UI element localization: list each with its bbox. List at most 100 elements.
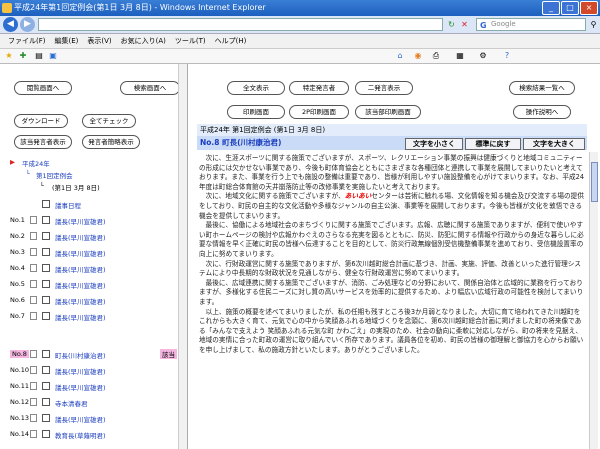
- speaker-no: No.14: [10, 430, 30, 438]
- content-scrollbar[interactable]: [589, 152, 598, 449]
- page-icon[interactable]: ▣: [48, 51, 58, 61]
- address-bar: ◀ ▶ ↻ ✕ G Google ⚲: [0, 16, 600, 34]
- tree-year[interactable]: 平成24年: [22, 158, 50, 168]
- text-reset-button[interactable]: 標準に戻す: [465, 138, 521, 150]
- speaker-checkbox[interactable]: [42, 430, 50, 438]
- show-speakers-button[interactable]: 該当発言者表示: [14, 135, 72, 149]
- two-speakers-button[interactable]: 二発言表示: [355, 81, 413, 95]
- speaker-row: No.10 議長(早川宣雄君): [0, 363, 187, 377]
- help-icon[interactable]: ?: [502, 51, 512, 61]
- print-button[interactable]: 印刷画面: [227, 105, 285, 119]
- tools-menu-icon[interactable]: ⚙: [478, 51, 488, 61]
- speaker-name[interactable]: 議長(早川宣雄君): [55, 232, 106, 242]
- speaker-name[interactable]: 議長(早川宣雄君): [55, 280, 106, 290]
- speaker-no: No.4: [10, 264, 25, 272]
- document-icon: [30, 216, 37, 224]
- speaker-no: No.13: [10, 414, 30, 422]
- speaker-row: No.6 議長(早川宣雄君): [0, 293, 187, 307]
- speaker-checkbox[interactable]: [42, 296, 50, 304]
- speaker-row: 議事日程: [0, 197, 187, 211]
- speaker-checkbox[interactable]: [42, 366, 50, 374]
- url-input[interactable]: [38, 18, 443, 31]
- paragraph: 最後に、協働による地域社会のまちづくりに関する施策でございます。広報、広聴に関す…: [199, 221, 584, 258]
- search-input[interactable]: G Google: [476, 18, 586, 31]
- stop-icon[interactable]: ✕: [459, 19, 470, 30]
- speaker-row-selected: No.8 町長(川村康治君) 該当: [0, 347, 187, 361]
- check-all-button[interactable]: 全てチェック: [82, 114, 136, 128]
- print-2p-button[interactable]: 2P印刷画面: [289, 105, 349, 119]
- search-results-button[interactable]: 検索結果一覧へ: [509, 81, 575, 95]
- speaker-checkbox[interactable]: [42, 264, 50, 272]
- scrollbar-thumb[interactable]: [591, 162, 598, 202]
- show-all-button[interactable]: 全文表示: [227, 81, 285, 95]
- menu-file[interactable]: ファイル(F): [8, 36, 46, 46]
- feed-icon[interactable]: ◉: [413, 51, 423, 61]
- speaker-row: No.14 教育長(草薙明君): [0, 427, 187, 441]
- search-icon[interactable]: ⚲: [588, 19, 599, 30]
- page-menu-icon[interactable]: ▦: [455, 51, 465, 61]
- list-screen-button[interactable]: 閲覧画面へ: [14, 81, 72, 95]
- search-screen-button[interactable]: 検索画面へ: [120, 81, 180, 95]
- menu-tools[interactable]: ツール(T): [175, 36, 206, 46]
- speaker-checkbox[interactable]: [42, 382, 50, 390]
- speaker-name[interactable]: 寺本清春君: [55, 398, 88, 408]
- document-icon: [30, 382, 37, 390]
- speaker-name[interactable]: 議長(早川宣雄君): [55, 248, 106, 258]
- speaker-hide-button[interactable]: 発言者簡略表示: [82, 135, 140, 149]
- speaker-checkbox[interactable]: [42, 248, 50, 256]
- speaker-name[interactable]: 町長(川村康治君): [55, 350, 106, 360]
- speaker-checkbox[interactable]: [42, 232, 50, 240]
- tree-bullet-icon: ▶: [10, 158, 15, 166]
- speaker-checkbox[interactable]: [42, 398, 50, 406]
- add-favorite-icon[interactable]: ✚: [18, 51, 28, 61]
- favorites-star-icon[interactable]: ★: [4, 51, 14, 61]
- speaker-name[interactable]: 議長(早川宣雄君): [55, 264, 106, 274]
- help-button[interactable]: 操作説明へ: [513, 105, 571, 119]
- text-larger-button[interactable]: 文字を大きく: [523, 138, 585, 150]
- menu-help[interactable]: ヘルプ(H): [215, 36, 247, 46]
- speaker-checkbox[interactable]: [42, 414, 50, 422]
- speaker-checkbox[interactable]: [42, 200, 50, 208]
- maximize-button[interactable]: □: [561, 1, 579, 15]
- window-titlebar: 平成24年第1回定例会(第1日 3月 8日) - Windows Interne…: [0, 0, 600, 16]
- text-smaller-button[interactable]: 文字を小さく: [405, 138, 463, 150]
- document-icon: [30, 350, 37, 358]
- document-icon: [30, 398, 37, 406]
- speaker-name[interactable]: 議事日程: [55, 200, 81, 210]
- home-icon[interactable]: ⌂: [395, 51, 405, 61]
- left-scrollbar[interactable]: [178, 64, 187, 449]
- speaker-name[interactable]: 議長(早川宣雄君): [55, 216, 106, 226]
- specific-speaker-button[interactable]: 特定発言者: [289, 81, 349, 95]
- tree-day[interactable]: (第1日 3月 8日): [52, 182, 100, 192]
- close-button[interactable]: ×: [580, 1, 598, 15]
- print-hit-button[interactable]: 該当部印刷画面: [355, 105, 421, 119]
- left-navigation-pane: 閲覧画面へ 検索画面へ ダウンロード 全てチェック 該当発言者表示 発言者簡略表…: [0, 64, 188, 449]
- print-icon[interactable]: ⎙: [431, 51, 441, 61]
- minimize-button[interactable]: _: [542, 1, 560, 15]
- refresh-icon[interactable]: ↻: [446, 19, 457, 30]
- speaker-row: No.3 議長(早川宣雄君): [0, 245, 187, 259]
- speaker-checkbox[interactable]: [42, 312, 50, 320]
- speaker-no: No.5: [10, 280, 25, 288]
- speaker-checkbox[interactable]: [42, 280, 50, 288]
- menu-favorites[interactable]: お気に入り(A): [121, 36, 166, 46]
- speaker-checkbox[interactable]: [42, 350, 50, 358]
- speaker-name[interactable]: 議長(早川宣雄君): [55, 366, 106, 376]
- speaker-no: No.3: [10, 248, 25, 256]
- ie-icon: [2, 3, 12, 13]
- speaker-row: No.11 議長(早川宣雄君): [0, 379, 187, 393]
- document-icon: [30, 232, 37, 240]
- back-icon[interactable]: ◀: [3, 17, 18, 32]
- menu-edit[interactable]: 編集(E): [55, 36, 79, 46]
- speaker-checkbox[interactable]: [42, 216, 50, 224]
- speaker-name[interactable]: 議長(早川宣雄君): [55, 414, 106, 424]
- speaker-name[interactable]: 議長(早川宣雄君): [55, 296, 106, 306]
- speaker-name[interactable]: 教育長(草薙明君): [55, 430, 106, 440]
- forward-icon[interactable]: ▶: [20, 17, 35, 32]
- speaker-name[interactable]: 議長(早川宣雄君): [55, 382, 106, 392]
- download-button[interactable]: ダウンロード: [14, 114, 68, 128]
- menu-view[interactable]: 表示(V): [87, 36, 111, 46]
- speaker-name[interactable]: 議長(早川宣雄君): [55, 312, 106, 322]
- tree-session[interactable]: 第1回定例会: [36, 170, 73, 180]
- tabs-icon[interactable]: ▤: [34, 51, 44, 61]
